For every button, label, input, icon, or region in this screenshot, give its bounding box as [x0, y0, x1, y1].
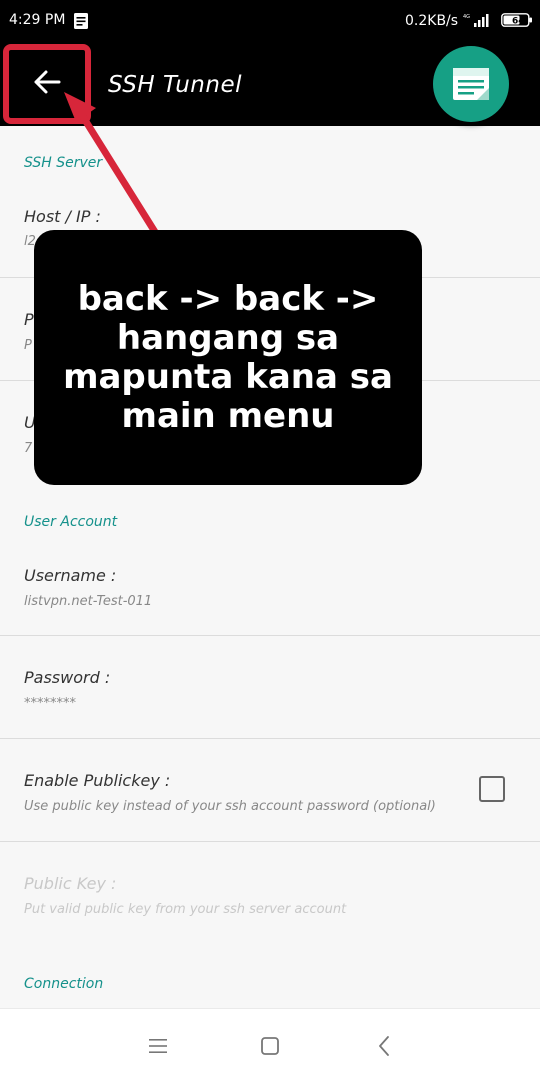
back-button-highlight [3, 44, 91, 124]
section-header-ssh-server: SSH Server [24, 155, 103, 171]
port-label: P [24, 310, 34, 329]
nav-back-button[interactable] [369, 1031, 399, 1061]
battery-icon: 64 [501, 13, 532, 27]
udp-value: 7 [24, 441, 33, 456]
divider [0, 841, 540, 842]
password-label: Password : [24, 668, 111, 687]
signal-icon: 4G [463, 14, 489, 27]
network-speed: 0.2KB/s [405, 13, 459, 29]
status-bar: 4:29 PM 0.2KB/s 4G 64 [0, 0, 540, 42]
svg-text:4G: 4G [463, 14, 470, 20]
home-square-icon [261, 1037, 279, 1055]
publickey-checkbox[interactable] [479, 776, 505, 802]
instruction-overlay: back -> back -> hangang sa mapunta kana … [34, 230, 422, 485]
instruction-text: back -> back -> hangang sa mapunta kana … [63, 278, 393, 436]
note-icon [453, 68, 489, 100]
back-chevron-icon [379, 1036, 389, 1056]
password-value: ******** [24, 696, 76, 711]
publickey-description: Use public key instead of your ssh accou… [24, 799, 436, 814]
username-label: Username : [24, 566, 117, 585]
divider [0, 738, 540, 739]
home-button[interactable] [255, 1031, 285, 1061]
notes-icon [74, 13, 88, 29]
battery-level: 64 [512, 17, 525, 27]
menu-button[interactable] [143, 1031, 173, 1061]
system-nav-bar [0, 1008, 540, 1080]
fab-note-button[interactable] [433, 46, 509, 122]
divider [0, 635, 540, 636]
publickey-label: Enable Publickey : [24, 771, 171, 790]
username-value: listvpn.net-Test-011 [24, 594, 153, 609]
port-value: P [24, 338, 32, 353]
host-label: Host / IP : [24, 207, 101, 226]
pubkey-description: Put valid public key from your ssh serve… [24, 902, 347, 917]
pubkey-label: Public Key : [24, 874, 117, 893]
section-header-user-account: User Account [24, 514, 118, 530]
menu-icon [149, 1039, 167, 1053]
status-time: 4:29 PM [9, 12, 66, 28]
page-title: SSH Tunnel [108, 72, 242, 98]
section-header-connection: Connection [24, 976, 104, 992]
